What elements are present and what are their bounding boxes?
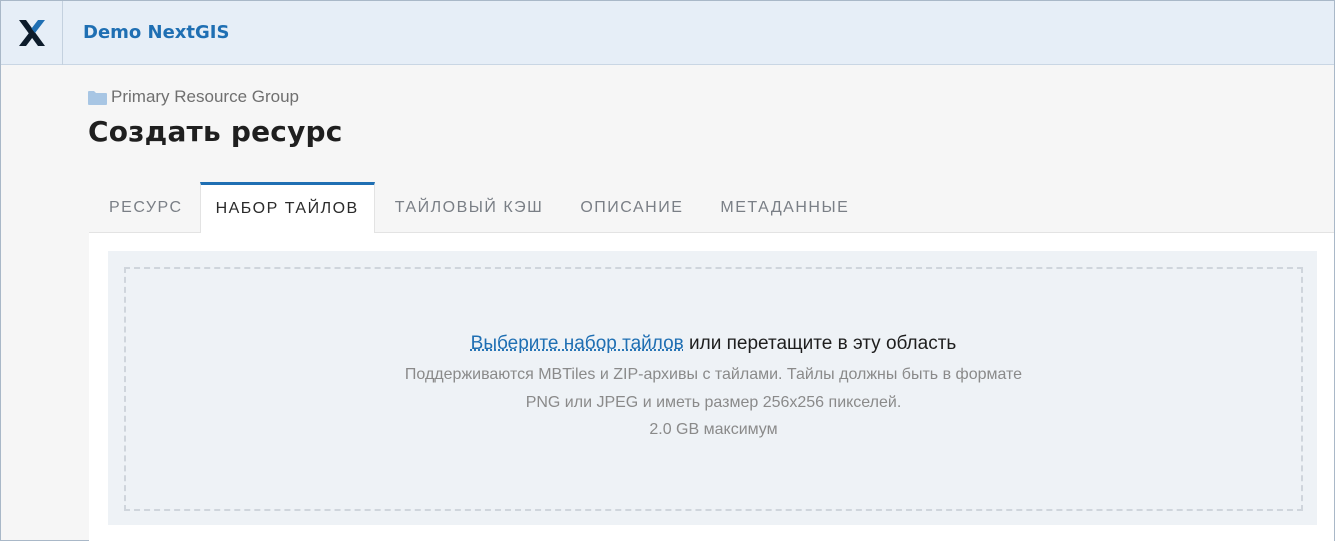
tab-description[interactable]: Описание xyxy=(560,182,700,233)
nextgis-logo-icon[interactable] xyxy=(1,0,63,65)
dropzone-max-size: 2.0 GB максимум xyxy=(649,421,778,438)
file-dropzone[interactable]: Выберите набор тайлов или перетащите в э… xyxy=(108,251,1317,525)
page-title: Создать ресурс xyxy=(88,115,343,148)
dropzone-hint-line2: PNG или JPEG и иметь размер 256x256 пикс… xyxy=(525,394,902,411)
dropzone-hint-line1: Поддерживаются MBTiles и ZIP-архивы с та… xyxy=(404,366,1023,383)
tab-tile-cache[interactable]: Тайловый кэш xyxy=(375,182,561,233)
tab-resource[interactable]: Ресурс xyxy=(89,182,200,233)
app-title[interactable]: Demo NextGIS xyxy=(83,22,229,43)
tab-tileset[interactable]: Набор тайлов xyxy=(199,182,375,234)
tab-bar: Ресурс Набор тайлов Тайловый кэш Описани… xyxy=(89,182,1334,234)
dropzone-drag-text: или перетащите в эту область xyxy=(683,333,957,354)
select-tileset-link[interactable]: Выберите набор тайлов xyxy=(471,333,684,354)
dropzone-main-text: Выберите набор тайлов или перетащите в э… xyxy=(126,333,1301,355)
nextgis-logo-svg xyxy=(18,19,45,46)
breadcrumb[interactable]: Primary Resource Group xyxy=(88,87,299,107)
folder-icon xyxy=(88,90,107,105)
dropzone-border: Выберите набор тайлов или перетащите в э… xyxy=(124,267,1303,511)
breadcrumb-label[interactable]: Primary Resource Group xyxy=(111,87,299,107)
app-header: Demo NextGIS xyxy=(1,0,1334,65)
tab-metadata[interactable]: Метаданные xyxy=(700,182,866,233)
tab-panel: Выберите набор тайлов или перетащите в э… xyxy=(89,233,1334,541)
